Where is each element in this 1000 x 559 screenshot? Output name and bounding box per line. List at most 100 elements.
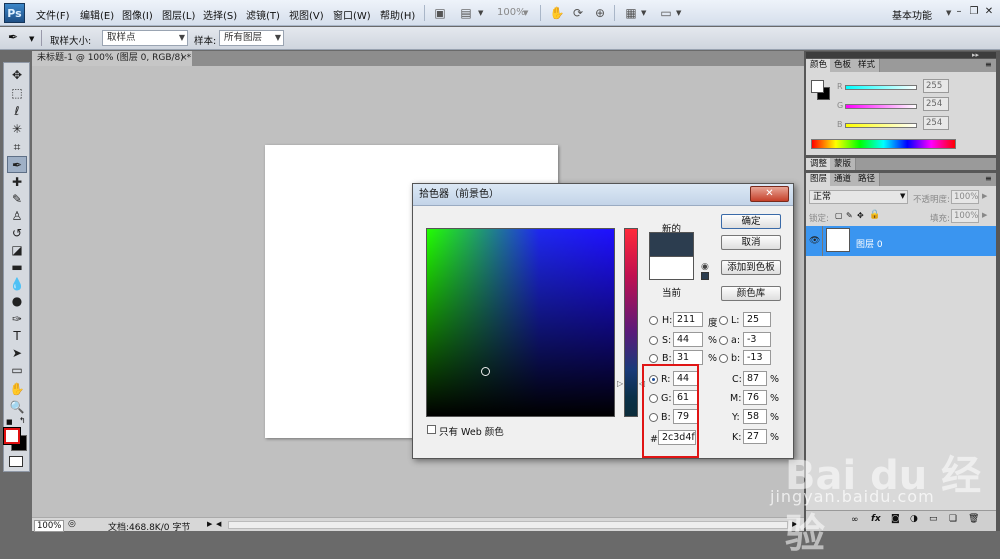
history-brush-icon[interactable]: ↺ (7, 225, 27, 242)
tab-layers[interactable]: 图层 (806, 173, 833, 186)
field-b[interactable]: 31 (673, 350, 703, 365)
panel-menu-icon[interactable]: ≡ (985, 174, 992, 183)
menu-view[interactable]: 视图(V) (289, 7, 324, 22)
menu-window[interactable]: 窗口(W) (333, 7, 371, 22)
ok-button[interactable]: 确定 (721, 214, 781, 229)
color-spectrum-bar[interactable] (811, 139, 956, 149)
radio-b[interactable] (649, 354, 658, 363)
tab-adjustments[interactable]: 调整 (806, 158, 833, 170)
magic-wand-icon[interactable]: ✳ (7, 121, 27, 138)
tab-color[interactable]: 颜色 (806, 59, 833, 72)
field-l[interactable]: 25 (743, 312, 771, 327)
restore-icon[interactable]: ❐ (967, 5, 981, 19)
bridge-icon[interactable]: ▣ (432, 5, 448, 21)
menu-layer[interactable]: 图层(L) (162, 7, 195, 22)
healing-brush-icon[interactable]: ✚ (7, 174, 27, 191)
chevron-down-icon[interactable]: ▼ (676, 9, 681, 17)
field-m[interactable]: 76 (743, 390, 767, 405)
chevron-down-icon[interactable]: ▼ (523, 9, 528, 17)
field-a[interactable]: -3 (743, 332, 771, 347)
chevron-down-icon[interactable]: ▼ (29, 35, 34, 43)
layer-name[interactable]: 图层 0 (856, 237, 883, 250)
lock-position-icon[interactable]: ✥ (857, 211, 864, 220)
sample-select[interactable]: 所有图层 ▼ (219, 30, 284, 46)
field-s[interactable]: 44 (673, 332, 703, 347)
blue-slider[interactable] (845, 123, 917, 128)
opacity-field[interactable]: 100% (951, 190, 979, 204)
quick-mask-icon[interactable] (9, 456, 23, 467)
screen-mode-icon[interactable]: ▭ (658, 5, 674, 21)
status-zoom[interactable]: 100% (34, 520, 65, 532)
dialog-title-bar[interactable]: 拾色器（前景色） (413, 184, 793, 206)
hand-icon[interactable]: ✋ (549, 5, 565, 21)
menu-edit[interactable]: 编辑(E) (80, 7, 114, 22)
visibility-eye-icon[interactable]: 👁 (809, 236, 820, 246)
path-selection-icon[interactable]: ➤ (7, 345, 27, 362)
radio-lab-b[interactable] (719, 354, 728, 363)
collapse-panels-icon[interactable]: ▸▸ (972, 51, 979, 59)
green-slider[interactable] (845, 104, 917, 109)
color-field[interactable] (426, 228, 615, 417)
green-value[interactable]: 254 (923, 97, 949, 111)
chevron-down-icon[interactable]: ▼ (478, 9, 483, 17)
radio-h[interactable] (649, 316, 658, 325)
scroll-left-icon[interactable]: ◀ (216, 520, 221, 528)
tab-masks[interactable]: 蒙版 (830, 158, 857, 170)
blur-tool-icon[interactable]: 💧 (7, 276, 27, 293)
lasso-tool-icon[interactable]: ℓ (7, 103, 27, 120)
radio-s[interactable] (649, 336, 658, 345)
view-extras-icon[interactable]: ▤ (458, 5, 474, 21)
out-of-gamut-warning-icon[interactable]: ◉ (701, 262, 709, 272)
field-c[interactable]: 87 (743, 371, 767, 386)
foreground-color-swatch[interactable] (3, 427, 21, 445)
zoom-tool-icon[interactable]: ⊕ (592, 5, 608, 21)
arrange-documents-icon[interactable]: ▦ (623, 5, 639, 21)
tab-styles[interactable]: 样式 (854, 59, 881, 72)
dodge-tool-icon[interactable]: ● (7, 293, 27, 310)
web-colors-checkbox[interactable] (427, 425, 436, 434)
lock-pixels-icon[interactable]: ✎ (846, 211, 853, 220)
document-tab[interactable]: 未标题-1 @ 100% (图层 0, RGB/8) * (32, 51, 192, 66)
zoom-tool-icon[interactable]: 🔍 (7, 399, 27, 416)
pen-tool-icon[interactable]: ✑ (7, 311, 27, 328)
menu-filter[interactable]: 滤镜(T) (246, 7, 280, 22)
add-to-swatches-button[interactable]: 添加到色板 (721, 260, 781, 275)
web-safe-swatch[interactable] (701, 272, 709, 280)
radio-l[interactable] (719, 316, 728, 325)
panel-fg-swatch[interactable] (811, 80, 824, 93)
rotate-view-icon[interactable]: ⟳ (570, 5, 586, 21)
shape-tool-icon[interactable]: ▭ (7, 362, 27, 379)
fill-field[interactable]: 100% (951, 209, 979, 223)
blue-value[interactable]: 254 (923, 116, 949, 130)
chevron-down-icon[interactable]: ▶ (982, 211, 987, 219)
eraser-tool-icon[interactable]: ◪ (7, 242, 27, 259)
eyedropper-tool-icon[interactable]: ✒ (7, 156, 27, 173)
red-value[interactable]: 255 (923, 79, 949, 93)
lock-transparency-icon[interactable]: ▢ (835, 211, 843, 220)
swap-colors-icon[interactable]: ↰ (19, 416, 26, 425)
chevron-down-icon[interactable]: ▼ (641, 9, 646, 17)
field-k[interactable]: 27 (743, 429, 767, 444)
color-libraries-button[interactable]: 颜色库 (721, 286, 781, 301)
close-icon[interactable]: ✕ (750, 186, 789, 202)
close-tab-icon[interactable]: × (180, 51, 188, 66)
chevron-down-icon[interactable]: ▼ (946, 9, 951, 17)
tab-swatches[interactable]: 色板 (830, 59, 857, 72)
field-h[interactable]: 211 (673, 312, 703, 327)
menu-help[interactable]: 帮助(H) (380, 7, 415, 22)
marquee-tool-icon[interactable]: ⬚ (7, 85, 27, 102)
crop-tool-icon[interactable]: ⌗ (7, 139, 27, 156)
color-picker-circle[interactable] (481, 367, 490, 376)
current-color-swatch[interactable] (649, 256, 694, 280)
lock-all-icon[interactable]: 🔒 (869, 210, 880, 220)
menu-select[interactable]: 选择(S) (203, 7, 237, 22)
tab-channels[interactable]: 通道 (830, 173, 857, 186)
hue-slider[interactable] (624, 228, 638, 417)
hand-tool-icon[interactable]: ✋ (7, 381, 27, 398)
default-colors-icon[interactable]: ■ (6, 418, 13, 426)
brush-tool-icon[interactable]: ✎ (7, 191, 27, 208)
close-icon[interactable]: ✕ (982, 5, 996, 19)
move-tool-icon[interactable]: ✥ (7, 67, 27, 84)
radio-a[interactable] (719, 336, 728, 345)
menu-file[interactable]: 文件(F) (36, 7, 70, 22)
